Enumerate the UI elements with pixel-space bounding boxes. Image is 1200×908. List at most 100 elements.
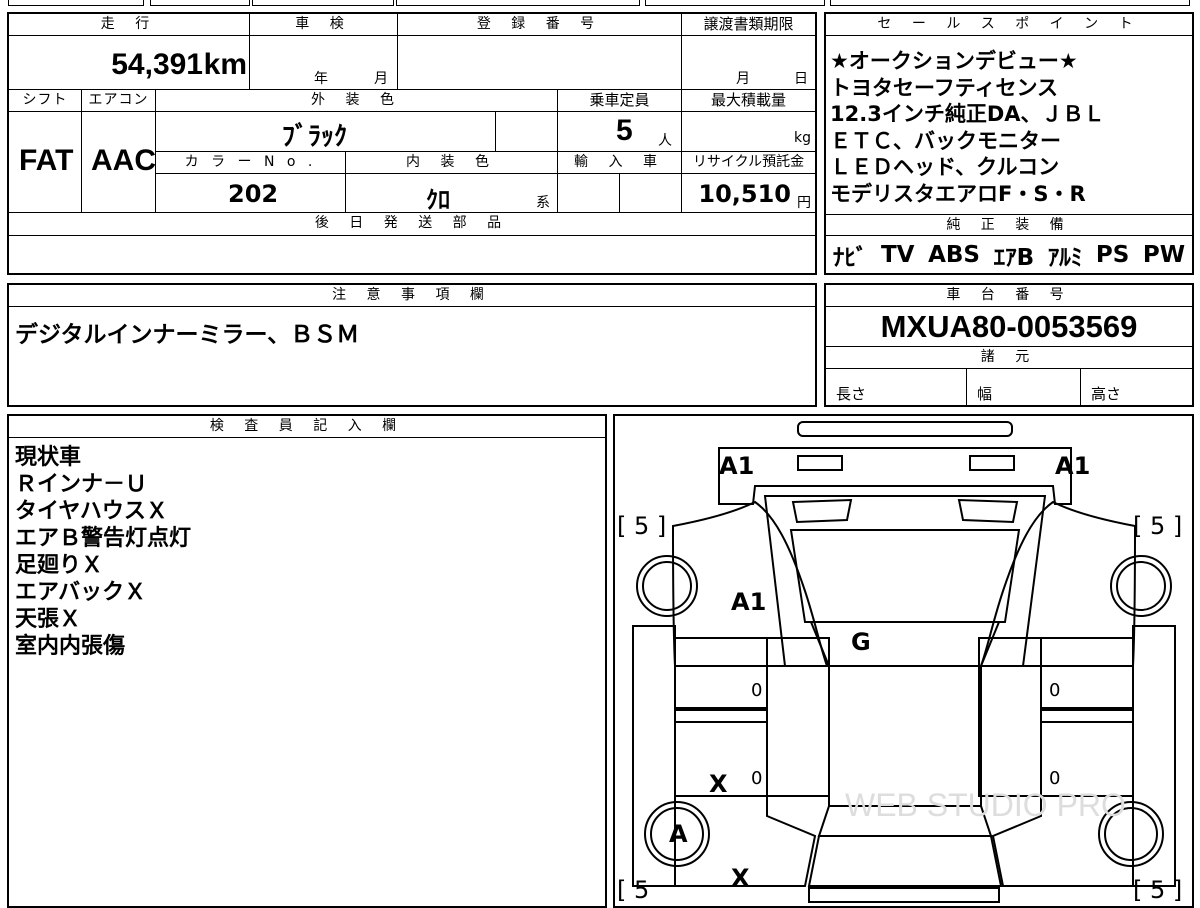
equipment-list: ﾅﾋﾞ TV ABS ｴｱB ｱﾙﾐ PS PW xyxy=(826,237,1192,273)
equipment-item: ｱﾙﾐ xyxy=(1047,245,1083,271)
maxload-unit: kg xyxy=(794,130,811,146)
mark-wheel-rear-left: A xyxy=(669,820,688,848)
colorno-cell: 202 xyxy=(155,174,345,212)
mileage-unit: km xyxy=(203,48,247,81)
sales-point-line: ＥＴＣ、バックモニター xyxy=(830,128,1061,153)
recycle-header: リサイクル預託金 xyxy=(681,152,815,174)
sales-point-line: 12.3インチ純正DA、ＪＢＬ xyxy=(830,102,1105,126)
inspector-line: 足廻りＸ xyxy=(15,553,104,578)
recycle-value: 10,510 xyxy=(698,180,791,208)
recycle-unit: 円 xyxy=(797,195,811,211)
mark-rear-left-x: X xyxy=(709,770,728,798)
import-cell-1 xyxy=(557,174,619,212)
specs-header: 諸 元 xyxy=(826,347,1192,369)
mark-door-rr: 0 xyxy=(1049,768,1061,789)
wheel-front-right xyxy=(1110,555,1172,617)
car-diagram-box: WEB STUDIO PRO A1 A1 A1 G 0 0 0 0 X A X … xyxy=(613,414,1194,908)
later-parts-header: 後 日 発 送 部 品 xyxy=(9,212,815,236)
shift-cell: FAT xyxy=(9,112,81,212)
watermark: WEB STUDIO PRO xyxy=(845,787,1126,823)
spec-width: 幅 xyxy=(966,369,1080,405)
trunk xyxy=(807,835,1003,887)
tire-front-right: [ 5 ] xyxy=(1133,512,1183,540)
maxload-header: 最大積載量 xyxy=(681,90,815,112)
equipment-item: TV xyxy=(880,242,915,268)
import-header: 輸 入 車 xyxy=(557,152,681,174)
inspector-header: 検 査 員 記 入 欄 xyxy=(9,416,605,438)
chassis-number: MXUA80-0053569 xyxy=(880,309,1138,344)
maxload-cell: kg xyxy=(681,112,815,152)
mark-roof: G xyxy=(851,628,871,656)
inspection-cell: 年 月 xyxy=(249,36,397,90)
tire-front-left: [ 5 ] xyxy=(617,512,667,540)
chassis-header: 車 台 番 号 xyxy=(826,285,1192,307)
vehicle-info-table: 走 行 車 検 登 録 番 号 譲渡書類期限 54,391 km 年 月 月 日… xyxy=(7,12,817,275)
inspector-line: 室内内張傷 xyxy=(15,634,126,659)
deadline-header: 譲渡書類期限 xyxy=(681,14,815,36)
capacity-header: 乗車定員 xyxy=(557,90,681,112)
inspector-line: 天張Ｘ xyxy=(15,607,82,632)
roof-front xyxy=(809,621,1001,667)
headlight-right xyxy=(969,455,1015,471)
inspector-box: 検 査 員 記 入 欄 現状車 Ｒインナ－Ｕ タイヤハウスＸ エアＢ警告灯点灯 … xyxy=(7,414,607,908)
top-strip xyxy=(0,0,1200,8)
headlight-left xyxy=(797,455,843,471)
spec-length: 長さ xyxy=(836,385,867,403)
registration-header: 登 録 番 号 xyxy=(397,14,681,36)
sales-points-list: ★オークションデビュー★ トヨタセーフティセンス 12.3インチ純正DA、ＪＢＬ… xyxy=(830,48,1190,207)
chassis-box: 車 台 番 号 MXUA80-0053569 諸 元 長さ 幅 高さ xyxy=(824,283,1194,407)
car-diagram: WEB STUDIO PRO xyxy=(632,421,1176,903)
inspector-line: Ｒインナ－Ｕ xyxy=(15,472,148,497)
equipment-header: 純 正 装 備 xyxy=(826,214,1192,236)
inspector-line: エアバックＸ xyxy=(15,580,147,605)
mark-front-right: A1 xyxy=(1055,452,1091,480)
import-cell-2 xyxy=(619,174,681,212)
exterior-header: 外 装 色 xyxy=(155,90,557,112)
sales-point-line: トヨタセーフティセンス xyxy=(830,75,1059,100)
capacity-cell: 5 人 xyxy=(557,112,681,152)
exterior-value: ﾌﾞﾗｯｸ xyxy=(282,122,348,152)
sales-points-header: セ ー ル ス ポ イ ン ト xyxy=(826,14,1192,36)
later-parts-cell xyxy=(9,236,815,273)
grille-right xyxy=(957,498,1019,524)
recycle-cell: 10,510 円 xyxy=(681,174,815,212)
sales-point-line: ★オークションデビュー★ xyxy=(830,49,1078,73)
colorno-header: カ ラ ー N o . xyxy=(155,152,345,174)
shift-value: FAT xyxy=(19,144,74,177)
inspection-month: 月 xyxy=(374,71,388,87)
front-bumper xyxy=(797,421,1013,437)
colorno-value: 202 xyxy=(228,180,279,208)
exterior-extra-cell xyxy=(495,112,557,152)
capacity-value: 5 xyxy=(616,114,633,147)
registration-cell xyxy=(397,36,681,90)
mark-front-left: A1 xyxy=(719,452,755,480)
notes-header: 注 意 事 項 欄 xyxy=(9,285,815,307)
inspection-year: 年 xyxy=(314,71,328,87)
aircon-cell: AAC xyxy=(81,112,156,212)
sales-point-line: ＬＥＤヘッド、クルコン xyxy=(830,155,1060,179)
equipment-item: ﾅﾋﾞ xyxy=(832,245,868,271)
notes-box: 注 意 事 項 欄 デジタルインナーミラー、ＢＳＭ xyxy=(7,283,817,407)
sales-point-line: モデリスタエアロF・S・R xyxy=(830,181,1086,206)
deadline-cell: 月 日 xyxy=(681,36,815,90)
mileage-cell: 54,391 km xyxy=(9,36,249,90)
shift-header: シフト xyxy=(9,90,81,112)
grille-left xyxy=(791,498,853,524)
equipment-item: PW xyxy=(1142,242,1186,268)
mark-door-lf: 0 xyxy=(751,680,763,701)
roof xyxy=(828,665,982,807)
aircon-header: エアコン xyxy=(81,90,155,112)
wheel-front-left xyxy=(636,555,698,617)
spec-height: 高さ xyxy=(1080,369,1192,405)
capacity-unit: 人 xyxy=(658,133,672,149)
interior-value: ｸﾛ xyxy=(426,186,450,214)
mark-rear-x: X xyxy=(731,864,750,892)
interior-cell: ｸﾛ 系 xyxy=(345,174,557,214)
mark-hood: A1 xyxy=(731,588,767,616)
chassis-number-cell: MXUA80-0053569 xyxy=(826,307,1192,347)
equipment-item: PS xyxy=(1095,242,1130,268)
aircon-value: AAC xyxy=(91,144,156,177)
inspection-header: 車 検 xyxy=(249,14,397,36)
inspector-line: 現状車 xyxy=(15,445,82,470)
mark-door-lr: 0 xyxy=(751,768,763,789)
